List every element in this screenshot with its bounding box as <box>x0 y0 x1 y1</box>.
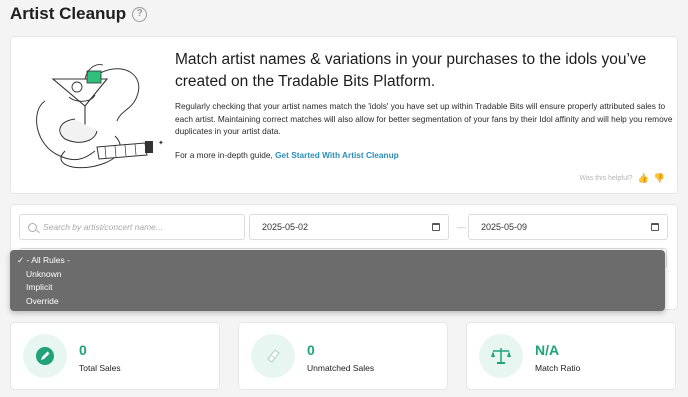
rule-option-override[interactable]: Override <box>10 295 665 309</box>
date-from-value: 2025-05-02 <box>262 222 309 232</box>
stat-label: Match Ratio <box>535 363 581 373</box>
info-headline: Match artist names & variations in your … <box>175 51 647 90</box>
scale-icon <box>479 334 523 378</box>
info-guide: For a more in-depth guide, Get Started W… <box>175 150 399 160</box>
search-input[interactable] <box>43 222 233 232</box>
stat-card-match-ratio: N/A Match Ratio <box>466 322 676 390</box>
stat-value: N/A <box>535 342 560 358</box>
rule-option-unknown[interactable]: Unknown <box>10 268 665 282</box>
calendar-icon[interactable] <box>651 223 659 231</box>
stat-card-total-sales: 0 Total Sales <box>10 322 220 390</box>
page-title: Artist Cleanup ? <box>10 4 148 24</box>
info-card: ✦ Match artist names & variations in you… <box>10 36 678 194</box>
page-title-text: Artist Cleanup <box>10 4 127 23</box>
rule-option-implicit[interactable]: Implicit <box>10 281 665 295</box>
helpful-text: Was this helpful? <box>579 175 633 182</box>
rule-option-all[interactable]: ✓ - All Rules - <box>10 254 665 268</box>
guide-link[interactable]: Get Started With Artist Cleanup <box>275 150 399 160</box>
stat-card-unmatched-sales: 0 Unmatched Sales <box>238 322 448 390</box>
date-to-field[interactable]: 2025-05-09 <box>468 214 668 240</box>
search-icon <box>28 222 37 232</box>
svg-text:✦: ✦ <box>158 139 164 147</box>
check-icon: ✓ <box>17 255 25 265</box>
stat-label: Unmatched Sales <box>307 363 375 373</box>
date-from-field[interactable]: 2025-05-02 <box>249 214 449 240</box>
artist-cleanup-illustration: ✦ <box>36 64 164 169</box>
stat-value: 0 <box>79 342 87 358</box>
eraser-icon <box>251 334 295 378</box>
stat-label: Total Sales <box>79 363 121 373</box>
date-separator: — <box>457 222 466 232</box>
guide-prefix: For a more in-depth guide, <box>175 150 273 160</box>
date-to-value: 2025-05-09 <box>481 222 528 232</box>
info-body: Regularly checking that your artist name… <box>175 101 673 136</box>
thumbs-up-icon[interactable]: 👍 <box>638 173 649 184</box>
stat-value: 0 <box>307 342 315 358</box>
rule-dropdown[interactable]: ✓ - All Rules - Unknown Implicit Overrid… <box>10 250 665 311</box>
help-icon[interactable]: ? <box>132 6 148 22</box>
thumbs-down-icon[interactable]: 👎 <box>654 173 665 184</box>
pencil-icon <box>23 334 67 378</box>
helpful-feedback: Was this helpful? 👍 👎 <box>580 173 665 184</box>
calendar-icon[interactable] <box>432 223 440 231</box>
search-box[interactable] <box>19 214 245 240</box>
